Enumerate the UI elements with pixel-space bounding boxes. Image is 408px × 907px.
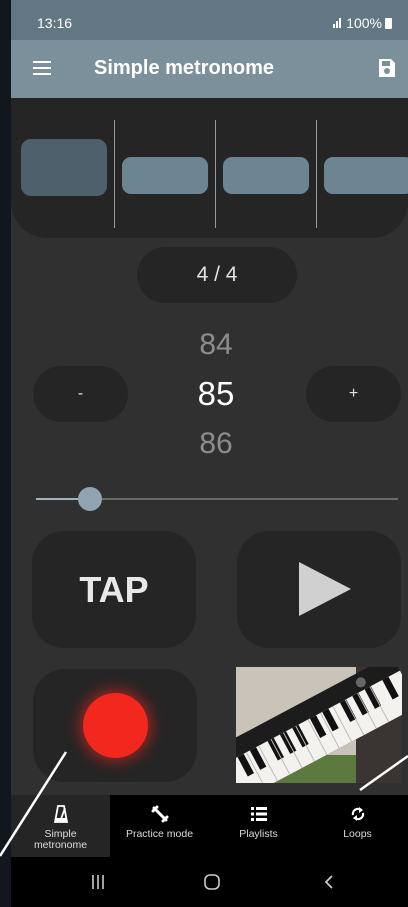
- nav-simple-metronome[interactable]: Simple metronome: [11, 795, 110, 857]
- nav-label: Simple metronome: [33, 828, 88, 851]
- beat-1[interactable]: [21, 139, 107, 196]
- record-button[interactable]: [33, 669, 197, 782]
- nav-playlists[interactable]: Playlists: [209, 795, 308, 857]
- app-bar: Simple metronome: [11, 40, 408, 98]
- bottom-navigation: Simple metronome Practice mode Playlists…: [11, 795, 408, 857]
- beat-2[interactable]: [122, 157, 208, 194]
- recents-icon[interactable]: [90, 874, 106, 890]
- home-icon[interactable]: [203, 873, 221, 891]
- status-icons: 100%: [333, 15, 392, 31]
- beat-3[interactable]: [223, 157, 309, 194]
- piano-keyboard-image[interactable]: [236, 667, 402, 783]
- battery-percent: 100%: [346, 15, 382, 31]
- beat-indicator-panel: [11, 98, 408, 238]
- tempo-current[interactable]: 85: [181, 375, 251, 413]
- signal-icon: [333, 18, 342, 28]
- beat-divider: [114, 120, 115, 228]
- battery-icon: [385, 17, 392, 29]
- nav-practice-mode[interactable]: Practice mode: [110, 795, 209, 857]
- practice-icon: [151, 804, 169, 824]
- system-navigation-bar: [11, 857, 408, 907]
- back-icon[interactable]: [323, 874, 335, 890]
- tempo-decrease-button[interactable]: -: [33, 366, 128, 422]
- beat-divider: [316, 120, 317, 228]
- metronome-icon: [53, 804, 68, 824]
- tap-tempo-button[interactable]: TAP: [32, 531, 196, 648]
- status-time: 13:16: [37, 15, 73, 31]
- beat-4[interactable]: [324, 157, 408, 194]
- time-signature-button[interactable]: 4 / 4: [137, 247, 297, 303]
- status-bar: 13:16 100%: [11, 0, 408, 40]
- record-icon: [83, 693, 148, 758]
- tempo-slider[interactable]: [36, 487, 398, 511]
- nav-label: Playlists: [239, 828, 278, 840]
- save-icon[interactable]: [378, 58, 396, 78]
- nav-label: Loops: [343, 828, 372, 840]
- nav-loops[interactable]: Loops: [308, 795, 407, 857]
- tempo-next[interactable]: 86: [181, 427, 251, 461]
- page-title: Simple metronome: [94, 57, 275, 79]
- tempo-increase-button[interactable]: +: [306, 366, 401, 422]
- phone-screen: 13:16 100% Simple metronome 4 / 4 - + 84…: [11, 0, 408, 907]
- beat-divider: [215, 120, 216, 228]
- loop-icon: [350, 804, 366, 824]
- tempo-previous[interactable]: 84: [181, 328, 251, 362]
- nav-label: Practice mode: [125, 828, 194, 840]
- slider-thumb[interactable]: [78, 487, 103, 511]
- play-icon: [299, 562, 351, 616]
- menu-icon[interactable]: [33, 61, 51, 75]
- play-button[interactable]: [237, 531, 401, 648]
- playlist-icon: [250, 804, 267, 824]
